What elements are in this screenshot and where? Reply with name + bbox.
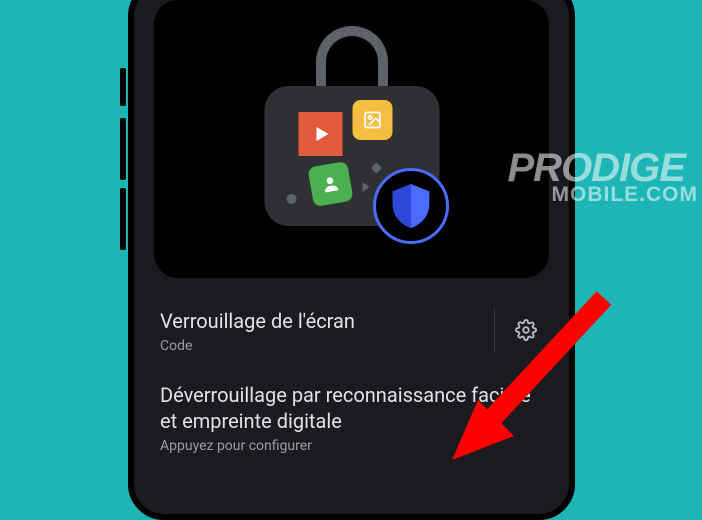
setting-screen-lock[interactable]: Verrouillage de l'écran Code bbox=[160, 300, 543, 374]
play-badge-icon bbox=[298, 112, 342, 156]
decorative-dot bbox=[286, 194, 296, 204]
security-shield-badge bbox=[373, 168, 449, 244]
phone-frame: Verrouillage de l'écran Code Déverrouill… bbox=[128, 0, 575, 520]
contact-badge-icon bbox=[307, 161, 353, 207]
decorative-triangle bbox=[362, 182, 369, 192]
phone-volume-down bbox=[120, 188, 126, 250]
setting-action-divider bbox=[494, 308, 543, 352]
lock-illustration bbox=[237, 24, 467, 254]
phone-side-button bbox=[120, 68, 126, 106]
gear-icon bbox=[515, 319, 537, 341]
security-settings-list: Verrouillage de l'écran Code Déverrouill… bbox=[154, 278, 549, 474]
screen-lock-settings-button[interactable] bbox=[509, 313, 543, 347]
setting-face-fingerprint-unlock[interactable]: Déverrouillage par reconnaissance facial… bbox=[160, 374, 543, 474]
setting-title: Verrouillage de l'écran bbox=[160, 308, 482, 334]
photo-badge-icon bbox=[352, 100, 392, 140]
decorative-dot bbox=[370, 162, 381, 173]
security-hero-card bbox=[154, 0, 549, 278]
setting-subtitle: Code bbox=[160, 338, 482, 354]
setting-subtitle: Appuyez pour configurer bbox=[160, 438, 531, 454]
setting-title: Déverrouillage par reconnaissance facial… bbox=[160, 382, 531, 434]
phone-volume-up bbox=[120, 118, 126, 180]
